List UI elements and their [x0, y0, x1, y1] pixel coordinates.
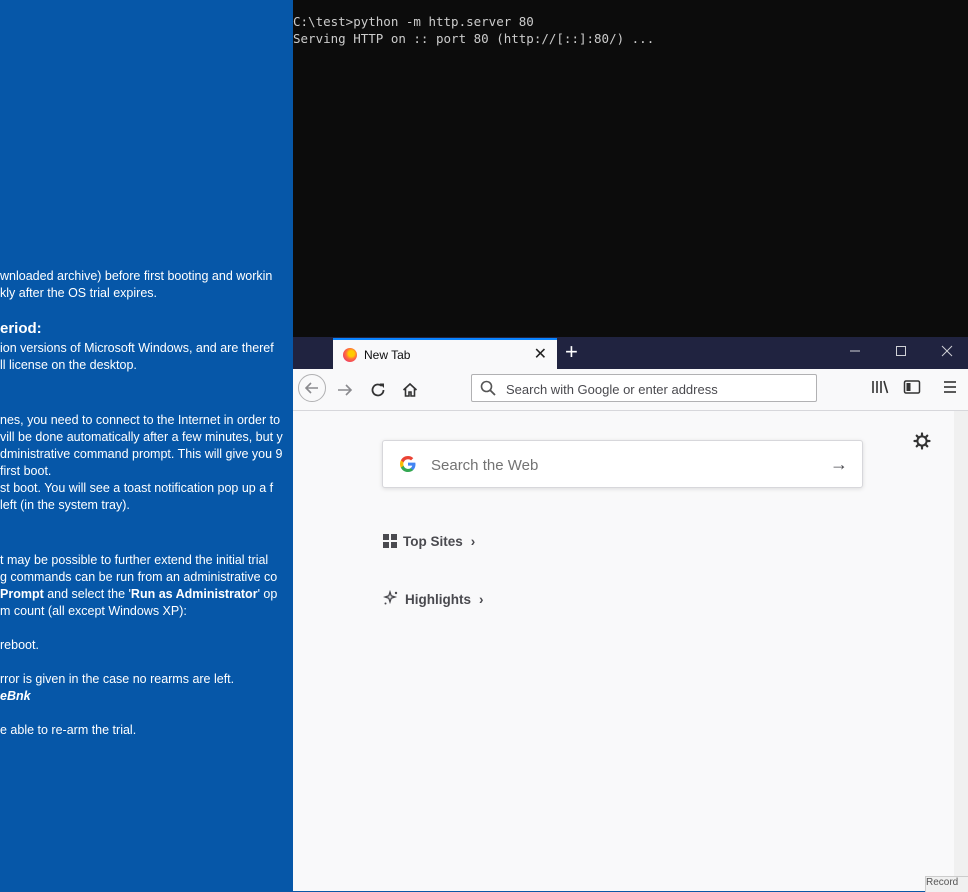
arrow-left-icon: [304, 382, 318, 394]
doc-line: left (in the system tray).: [0, 498, 130, 512]
doc-text: ' op: [257, 587, 278, 601]
navigation-toolbar: [293, 369, 968, 411]
sparkle-icon: [382, 589, 398, 605]
title-bar: New Tab ✕ +: [293, 337, 968, 369]
chevron-right-icon: ›: [470, 534, 476, 549]
doc-line: vill be done automatically after a few m…: [0, 430, 283, 444]
doc-line: st boot. You will see a toast notificati…: [0, 481, 274, 495]
menu-button[interactable]: [942, 379, 964, 399]
web-search-input[interactable]: [429, 441, 813, 489]
minimize-button[interactable]: [845, 342, 865, 362]
forward-button[interactable]: [331, 375, 359, 403]
web-search-box[interactable]: →: [382, 440, 863, 489]
address-bar[interactable]: [471, 374, 817, 403]
doc-line: rror is given in the case no rearms are …: [0, 672, 235, 686]
doc-line: ll license on the desktop.: [0, 358, 137, 372]
chevron-right-icon: ›: [479, 592, 484, 607]
doc-line: t may be possible to further extend the …: [0, 553, 269, 567]
library-icon: [872, 380, 889, 394]
minimize-icon: [850, 350, 860, 352]
sidebar-icon: [903, 380, 921, 394]
doc-text: and select the ': [43, 587, 131, 601]
doc-line: first boot.: [0, 464, 52, 478]
grid-icon: [383, 534, 397, 548]
firefox-icon: [343, 348, 357, 362]
close-window-button[interactable]: [937, 342, 957, 362]
library-button[interactable]: [871, 379, 893, 399]
new-tab-button[interactable]: +: [565, 340, 578, 364]
doc-line: wnloaded archive) before first booting a…: [0, 269, 273, 283]
terminal-command-line: C:\test>python -m http.server 80: [293, 14, 534, 29]
sidebar-button[interactable]: [903, 379, 925, 399]
tab-title: New Tab: [364, 348, 411, 362]
doc-line-mixed: Prompt and select the 'Run as Administra…: [0, 587, 277, 601]
doc-line: ion versions of Microsoft Windows, and a…: [0, 341, 274, 355]
address-input[interactable]: [504, 375, 808, 403]
background-document: wnloaded archive) before first booting a…: [0, 0, 293, 891]
home-button[interactable]: [396, 375, 424, 403]
taskbar-corner: Record: [925, 876, 968, 892]
doc-line: nes, you need to connect to the Internet…: [0, 413, 281, 427]
home-icon: [402, 383, 418, 398]
hamburger-menu-icon: [944, 381, 956, 393]
close-icon: [941, 345, 953, 357]
top-sites-section[interactable]: Top Sites ›: [383, 534, 475, 549]
maximize-button[interactable]: [891, 342, 911, 362]
search-icon: [480, 380, 496, 396]
tab-new-tab[interactable]: New Tab ✕: [333, 338, 557, 369]
google-icon: [400, 456, 416, 472]
scrollbar[interactable]: [954, 411, 968, 891]
corner-text: Record: [926, 877, 959, 888]
highlights-section[interactable]: Highlights ›: [382, 589, 484, 607]
doc-line: e able to re-arm the trial.: [0, 723, 137, 737]
back-button[interactable]: [298, 374, 326, 402]
highlights-label: Highlights: [405, 592, 471, 607]
arrow-right-icon: [338, 384, 353, 396]
gear-icon[interactable]: [913, 432, 931, 450]
doc-bold: Prompt: [0, 587, 44, 601]
reload-icon: [371, 383, 385, 397]
doc-line: eBnk: [0, 689, 31, 703]
doc-heading: eriod:: [0, 320, 42, 337]
maximize-icon: [896, 346, 906, 356]
close-tab-icon[interactable]: ✕: [534, 344, 547, 364]
doc-line: kly after the OS trial expires.: [0, 286, 158, 300]
doc-line: g commands can be run from an administra…: [0, 570, 278, 584]
reload-button[interactable]: [364, 375, 392, 403]
doc-line: reboot.: [0, 638, 39, 652]
new-tab-page: → Top Sites › Highlights ›: [293, 411, 953, 891]
terminal-window[interactable]: C:\test>python -m http.server 80 Serving…: [293, 0, 968, 338]
arrow-right-icon[interactable]: →: [830, 454, 848, 475]
doc-bold: Run as Administrator: [130, 587, 258, 601]
doc-line: dministrative command prompt. This will …: [0, 447, 283, 461]
firefox-window: New Tab ✕ + Search with Google or enter …: [293, 337, 968, 891]
doc-line: m count (all except Windows XP):: [0, 604, 187, 618]
top-sites-label: Top Sites: [403, 534, 463, 549]
terminal-output-line: Serving HTTP on :: port 80 (http://[::]:…: [293, 31, 655, 46]
